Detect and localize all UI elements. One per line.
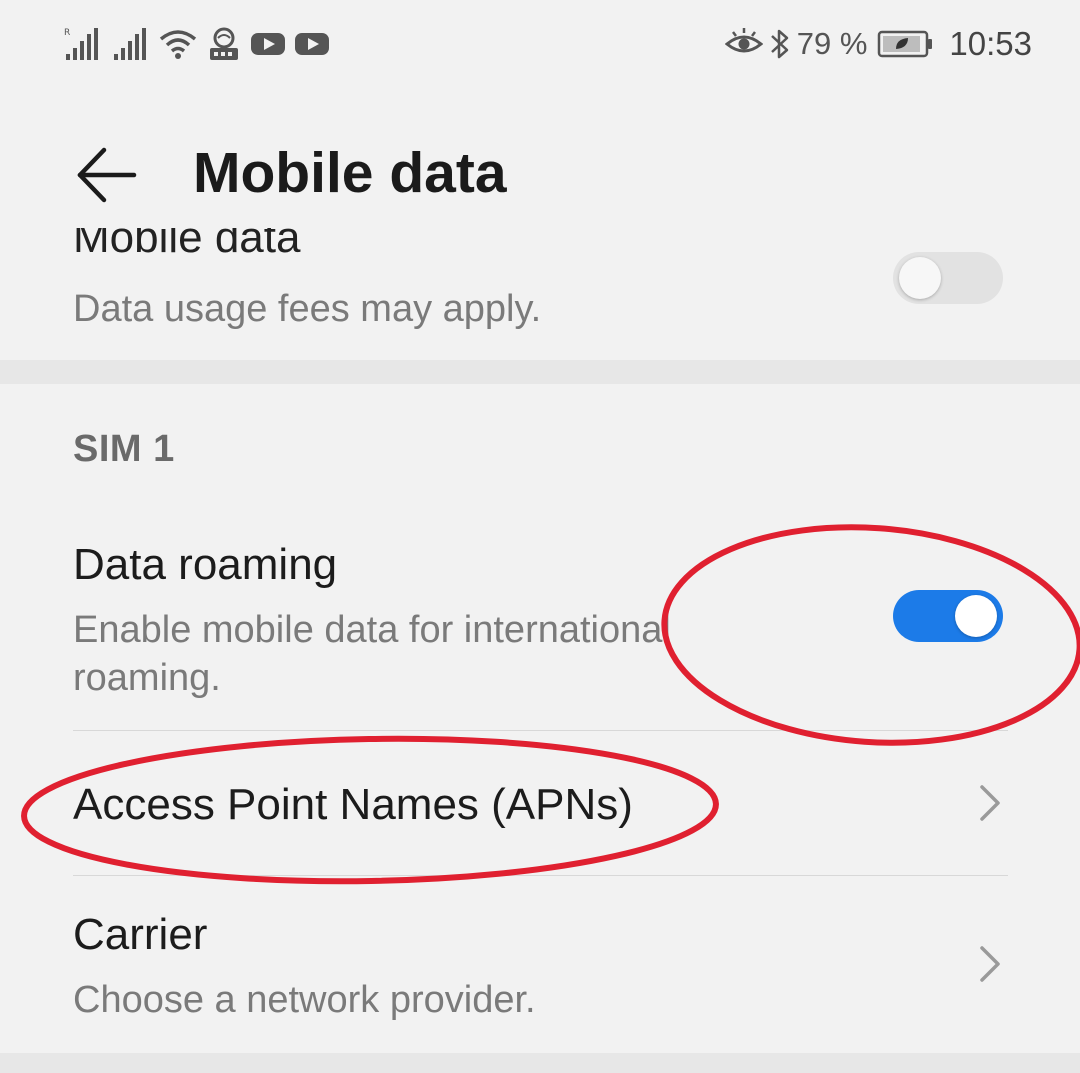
vpn-icon [206, 26, 242, 62]
back-button[interactable] [72, 140, 142, 210]
battery-percent: 79 % [796, 26, 868, 61]
clock: 10:53 [949, 25, 1032, 62]
chevron-right-icon [974, 783, 1004, 823]
bottom-divider [0, 1053, 1080, 1073]
eye-comfort-icon [724, 26, 763, 62]
data-roaming-subtitle: Enable mobile data for international roa… [73, 609, 671, 699]
row-separator [73, 730, 1008, 731]
youtube-icon [250, 26, 286, 62]
mobile-data-row[interactable]: Mobile data Data usage fees may apply. [0, 228, 1080, 360]
status-bar: R 79 % 10:53 [0, 0, 1080, 90]
data-roaming-toggle[interactable] [893, 590, 1003, 642]
wifi-icon [158, 26, 198, 62]
signal-roaming-icon: R [62, 26, 102, 62]
toggle-knob [899, 257, 941, 299]
page-title: Mobile data [193, 141, 507, 205]
mobile-data-toggle[interactable] [893, 252, 1003, 304]
toggle-knob [955, 595, 997, 637]
signal-icon [110, 26, 150, 62]
data-roaming-title: Data roaming [73, 540, 338, 589]
apn-title: Access Point Names (APNs) [73, 780, 633, 829]
status-icons-right: 79 % 10:53 [724, 22, 1032, 66]
mobile-data-subtitle: Data usage fees may apply. [73, 288, 542, 330]
bluetooth-icon [769, 26, 791, 62]
youtube-icon [294, 26, 330, 62]
mobile-data-title: Mobile data [73, 228, 301, 262]
arrow-left-icon [72, 140, 142, 210]
carrier-title: Carrier [73, 910, 208, 959]
chevron-right-icon [974, 944, 1004, 984]
row-separator [73, 875, 1008, 876]
app-bar: Mobile data [0, 110, 1080, 235]
sim-section-header: SIM 1 [73, 428, 175, 470]
section-divider [0, 360, 1080, 384]
status-icons-left: R [62, 22, 330, 66]
carrier-subtitle: Choose a network provider. [73, 979, 536, 1021]
battery-icon [877, 26, 935, 62]
svg-text:R: R [64, 28, 70, 38]
